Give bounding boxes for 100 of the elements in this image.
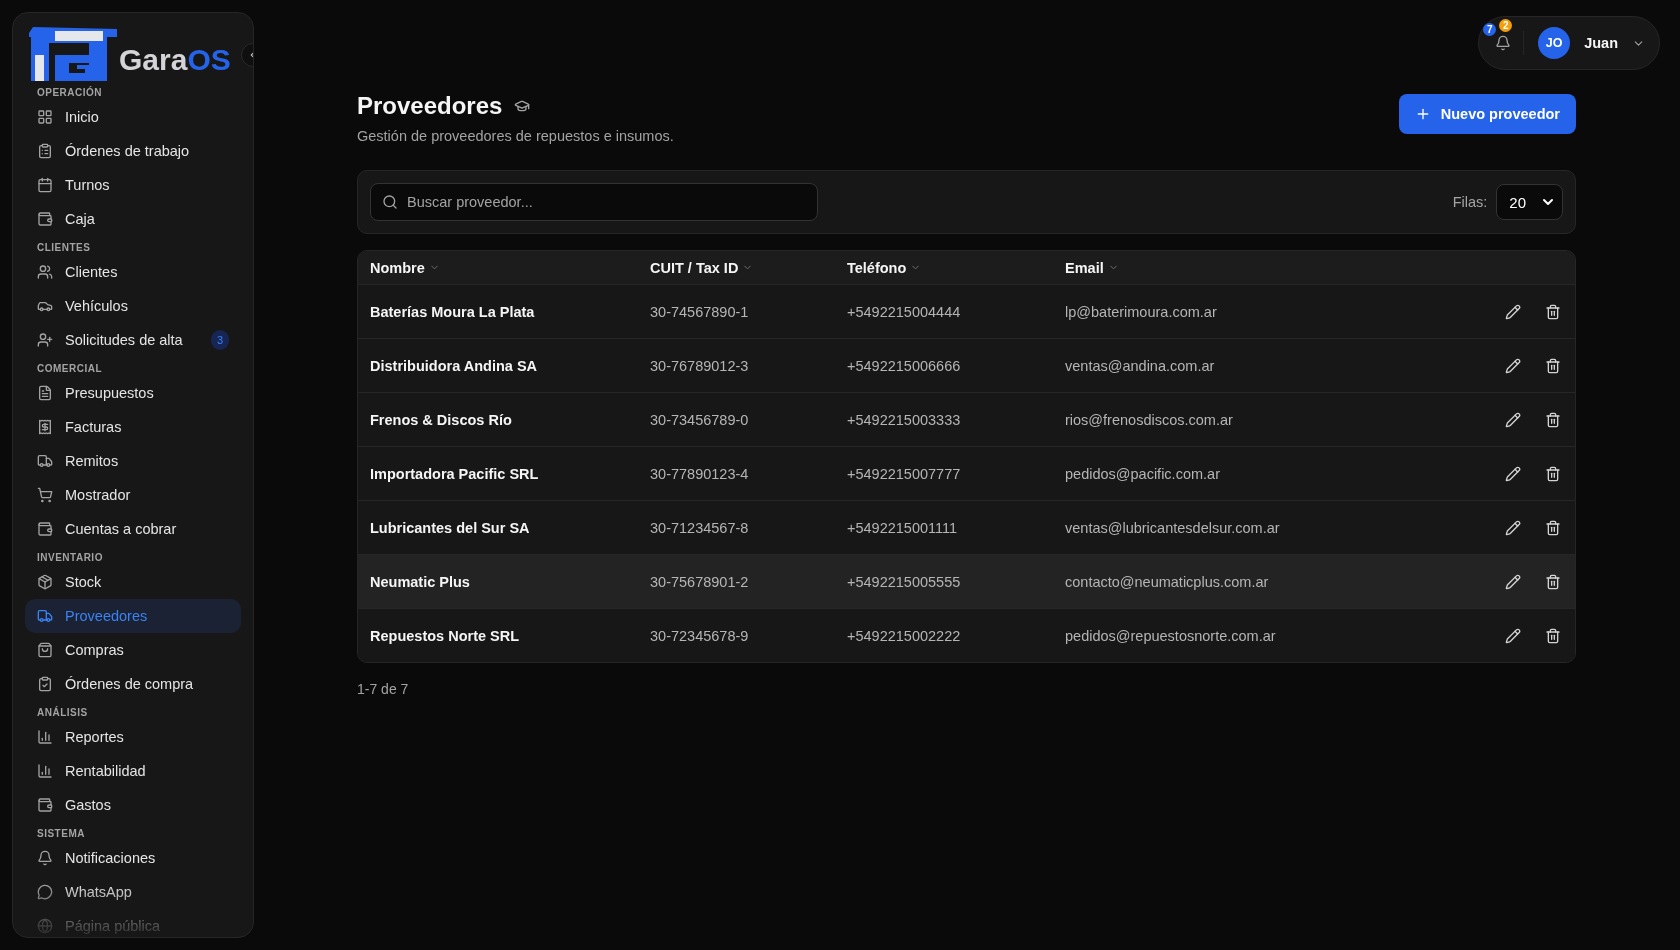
pencil-icon: [1505, 573, 1521, 590]
section-label: COMERCIAL: [36, 362, 104, 376]
sidebar-item[interactable]: Proveedores: [25, 599, 241, 633]
sidebar-item-label: Stock: [65, 574, 102, 590]
phone-cell-text: +5492215005555: [847, 573, 962, 590]
grid-icon: [37, 109, 53, 125]
pencil-icon: [1505, 465, 1521, 482]
section-label: OPERACIÓN: [36, 85, 104, 100]
table-row[interactable]: Repuestos Norte SRL 30-72345678-9 +5492215002222 pedidos@repuestosnorte.com.ar: [358, 608, 1575, 662]
sidebar-item[interactable]: Órdenes de compra: [25, 667, 241, 701]
page-title: Proveedores: [357, 92, 503, 120]
supplier-name: Lubricantes del Sur SA: [370, 519, 531, 536]
clipboard-check-icon: [37, 676, 53, 692]
new-supplier-button[interactable]: Nuevo proveedor: [1398, 94, 1576, 134]
pencil-icon: [1505, 357, 1521, 374]
sidebar-item[interactable]: Cuentas a cobrar: [25, 512, 241, 546]
email-cell-text: ventas@andina.com.ar: [1065, 357, 1216, 374]
notification-count-badge: 7: [1483, 23, 1497, 36]
bell-icon[interactable]: [1495, 35, 1512, 51]
tax-id-cell-text: 30-75678901-2: [650, 573, 750, 590]
sidebar-item[interactable]: Clientes: [25, 255, 241, 289]
email-cell-text: lp@baterimoura.com.ar: [1065, 303, 1218, 320]
column-header[interactable]: CUIT / Tax ID: [650, 259, 847, 276]
sidebar-item[interactable]: Mostrador: [25, 478, 241, 512]
user-avatar[interactable]: JO: [1538, 27, 1571, 59]
sidebar-item[interactable]: Stock: [25, 565, 241, 599]
phone-cell-text: +5492215004444: [847, 303, 962, 320]
cart-icon: [37, 487, 53, 503]
calendar-icon: [37, 177, 53, 193]
sidebar-item-label: Reportes: [65, 729, 124, 745]
trash-icon: [1545, 465, 1561, 482]
tax-id-cell-text: 30-77890123-4: [650, 465, 750, 482]
rows-select[interactable]: 20: [1496, 184, 1563, 220]
pencil-icon: [1505, 303, 1521, 320]
email-cell-text: pedidos@pacific.com.ar: [1065, 465, 1221, 482]
graduation-cap-icon[interactable]: [514, 98, 531, 114]
sidebar-item[interactable]: Notificaciones: [25, 841, 241, 875]
email-cell-text: ventas@lubricantesdelsur.com.ar: [1065, 519, 1281, 536]
pencil-icon: [1505, 411, 1521, 428]
tax-id-cell-text: 30-71234567-8: [650, 519, 750, 536]
bar-chart-icon: [37, 763, 53, 779]
truck-icon: [37, 608, 53, 624]
trash-icon: [1545, 519, 1561, 536]
trash-icon: [1545, 411, 1561, 428]
tax-id-cell-text: 30-74567890-1: [650, 303, 750, 320]
receipt-icon: [37, 419, 53, 435]
sidebar-item[interactable]: Presupuestos: [25, 376, 241, 410]
sidebar-item-label: WhatsApp: [65, 884, 132, 900]
wallet-icon: [37, 211, 53, 227]
trash-icon: [1545, 303, 1561, 320]
supplier-name: Frenos & Discos Río: [370, 411, 513, 428]
sidebar-item-label: Solicitudes de alta: [65, 332, 183, 348]
table-row[interactable]: Neumatic Plus 30-75678901-2 +5492215005555 contacto@neumaticplus.com.ar: [358, 554, 1575, 608]
sidebar-item-label: Vehículos: [65, 298, 128, 314]
sidebar-item-label: Notificaciones: [65, 850, 156, 866]
supplier-name: Distribuidora Andina SA: [370, 357, 539, 374]
sidebar-item[interactable]: Compras: [25, 633, 241, 667]
search-field[interactable]: Buscar proveedor...: [370, 183, 818, 221]
wallet-icon: [37, 521, 53, 537]
sidebar-item-label: Órdenes de trabajo: [65, 143, 190, 159]
sidebar-item-label: Cuentas a cobrar: [65, 521, 177, 537]
pencil-icon: [1505, 519, 1521, 536]
sidebar-item-label: Clientes: [65, 264, 118, 280]
sidebar-item-label: Compras: [65, 642, 124, 658]
sidebar-item[interactable]: Rentabilidad: [25, 754, 241, 788]
logo-text: GaraOS: [119, 45, 231, 75]
section-label: CLIENTES: [36, 241, 92, 255]
bell-icon: [37, 850, 53, 866]
sidebar-item[interactable]: Solicitudes de alta 3: [25, 323, 241, 357]
sidebar-item-label: Presupuestos: [65, 385, 154, 401]
column-header[interactable]: Email: [1065, 259, 1475, 276]
users-icon: [37, 264, 53, 280]
sidebar-item-label: Remitos: [65, 453, 119, 469]
sidebar-item-label: Inicio: [65, 109, 99, 125]
phone-cell-text: +5492215006666: [847, 357, 962, 374]
email-cell-text: contacto@neumaticplus.com.ar: [1065, 573, 1270, 590]
sidebar-item[interactable]: Remitos: [25, 444, 241, 478]
truck-icon: [37, 453, 53, 469]
pencil-icon: [1505, 627, 1521, 644]
user-name[interactable]: Juan: [1584, 35, 1618, 51]
trash-icon: [1545, 573, 1561, 590]
sidebar-item[interactable]: Caja: [25, 202, 241, 236]
tax-id-cell-text: 30-76789012-3: [650, 357, 750, 374]
sidebar-item[interactable]: Facturas: [25, 410, 241, 444]
sidebar-item[interactable]: Gastos: [25, 788, 241, 822]
sidebar-item[interactable]: Inicio: [25, 100, 241, 134]
pagination-info: 1-7 de 7: [357, 681, 410, 697]
sidebar-item[interactable]: WhatsApp: [25, 875, 241, 909]
phone-cell-text: +5492215002222: [847, 627, 962, 644]
trash-icon: [1545, 357, 1561, 374]
column-header[interactable]: Nombre: [370, 259, 650, 276]
sidebar-item[interactable]: Reportes: [25, 720, 241, 754]
sidebar-item[interactable]: Órdenes de trabajo: [25, 134, 241, 168]
sidebar-item[interactable]: Vehículos: [25, 289, 241, 323]
sidebar-item-label: Proveedores: [65, 608, 148, 624]
column-header[interactable]: Teléfono: [847, 259, 1065, 276]
globe-icon: [37, 918, 53, 934]
sidebar-item[interactable]: Turnos: [25, 168, 241, 202]
count-badge: 3: [210, 330, 229, 350]
rows-label: Filas:: [1452, 194, 1488, 210]
